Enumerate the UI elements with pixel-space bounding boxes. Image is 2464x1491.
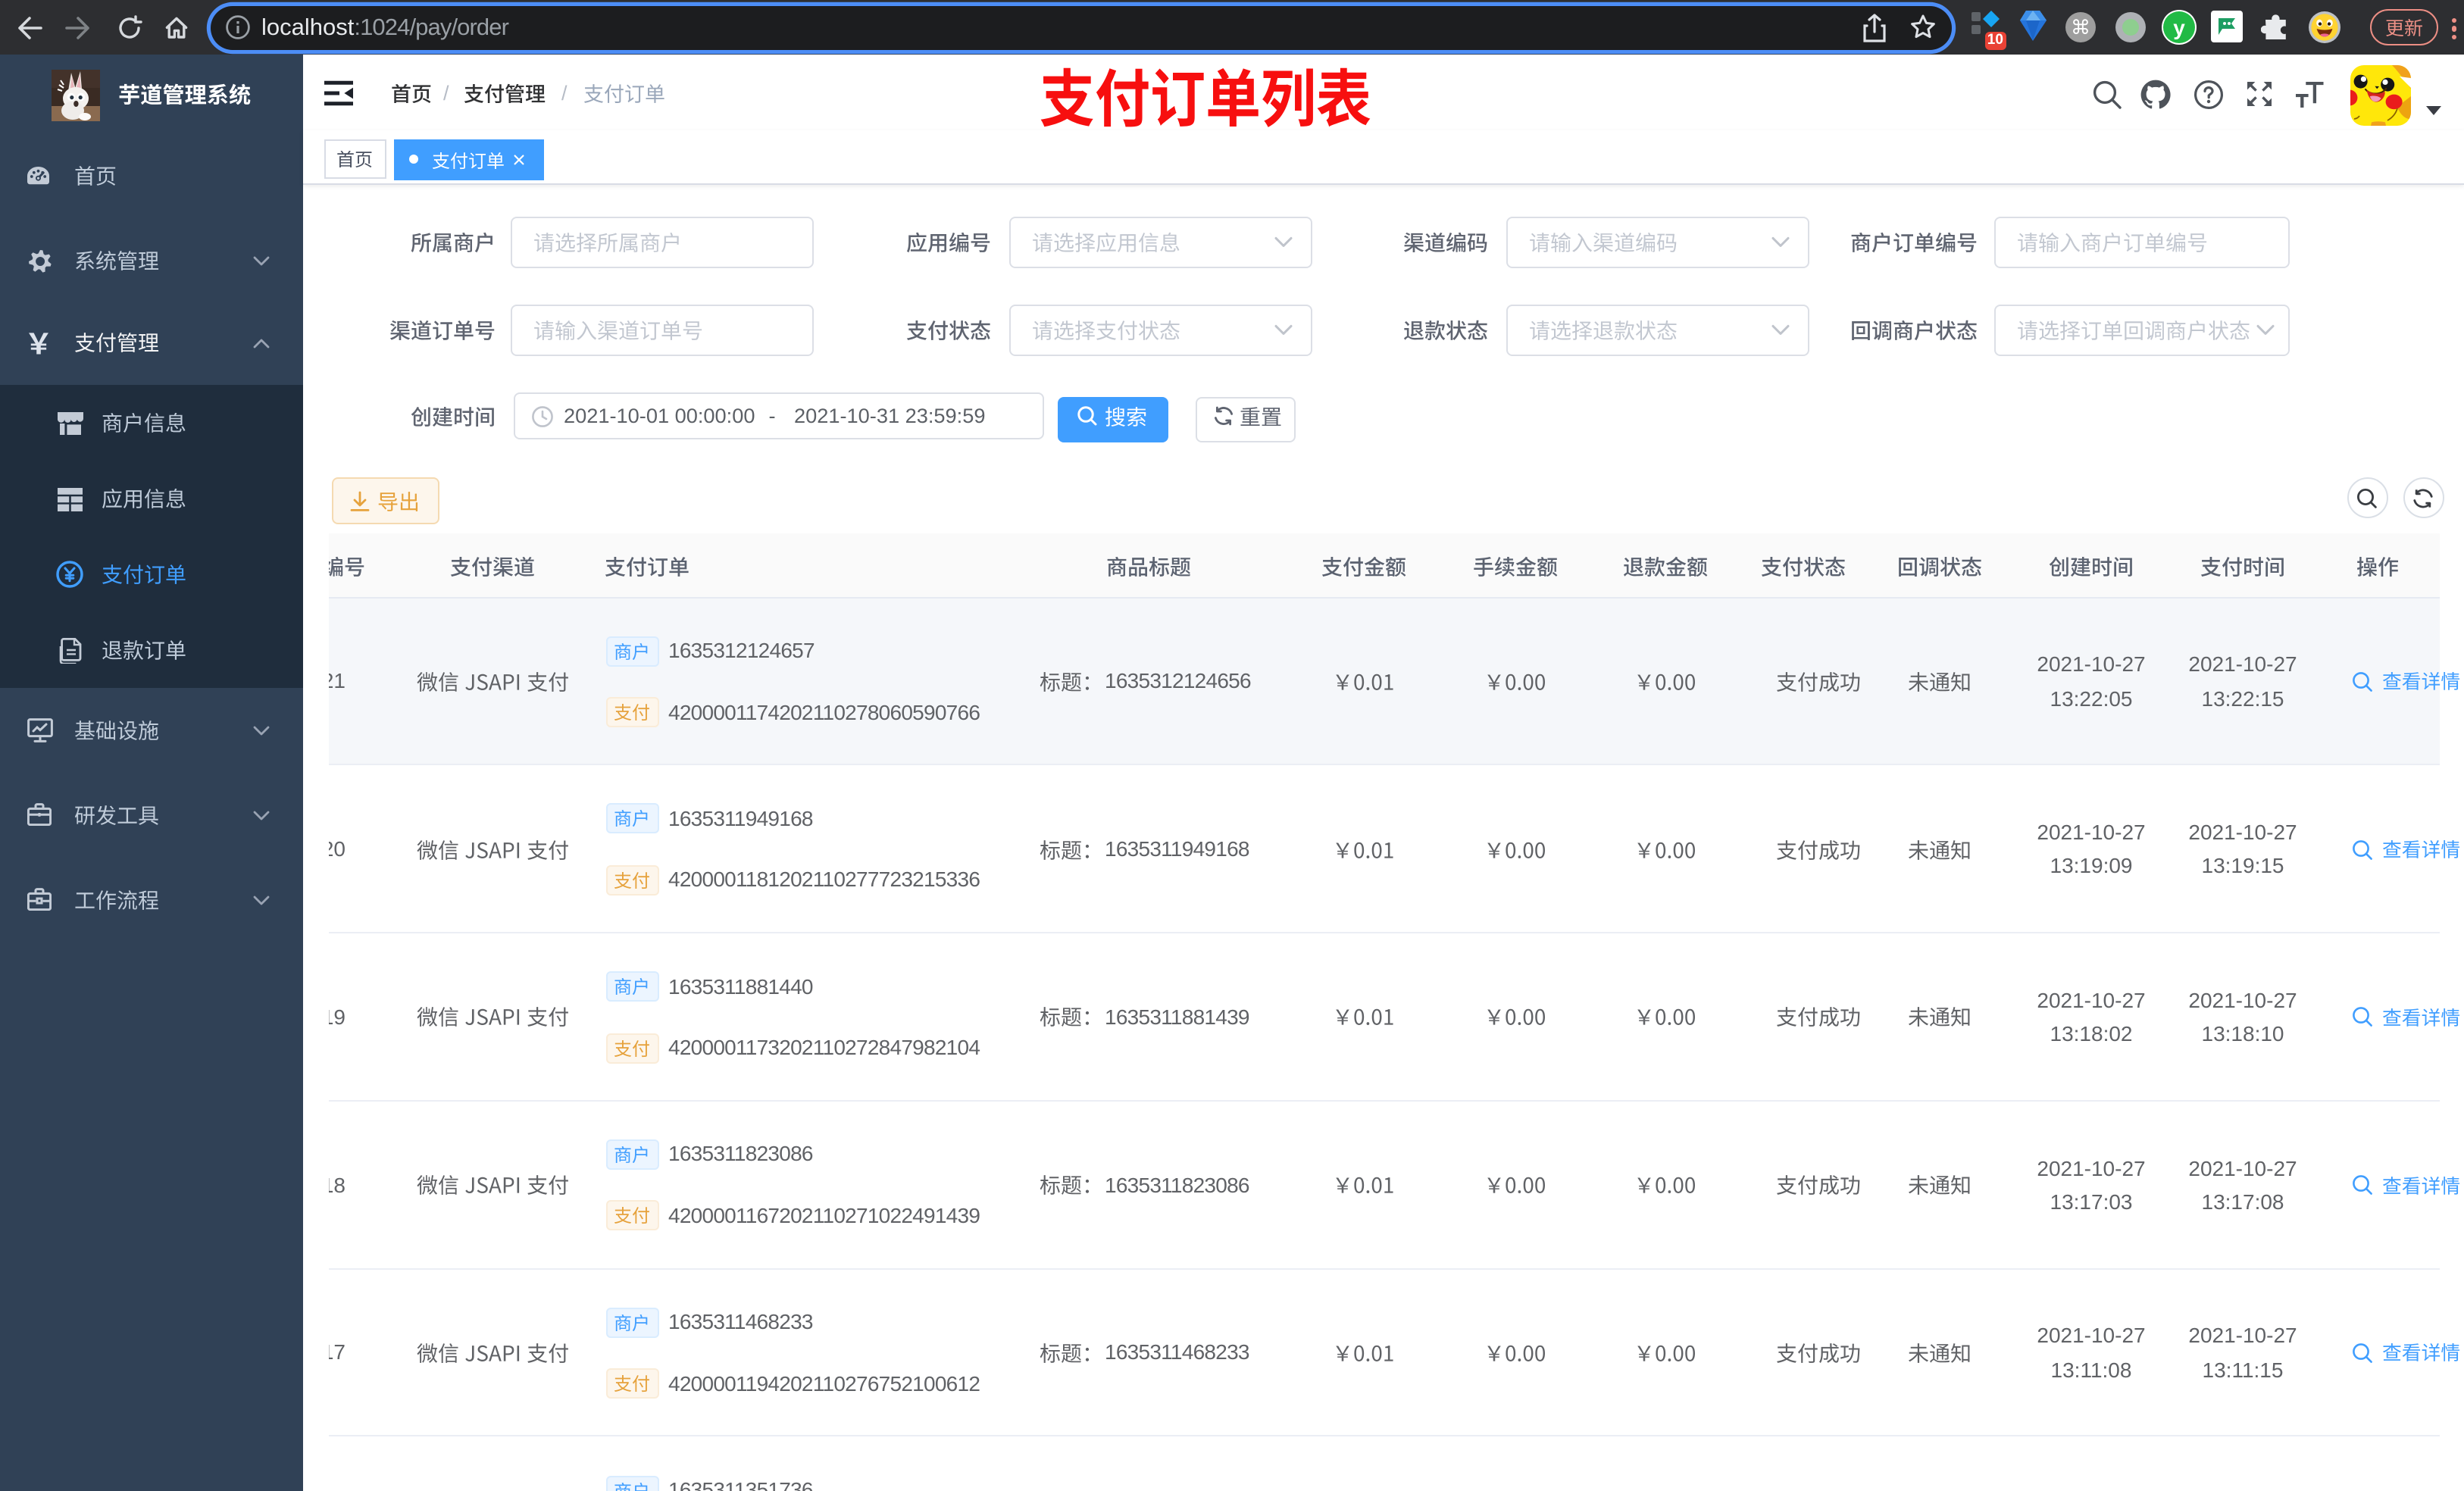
svg-text:⌘: ⌘ (2071, 16, 2090, 39)
svg-text:y: y (2173, 16, 2185, 39)
